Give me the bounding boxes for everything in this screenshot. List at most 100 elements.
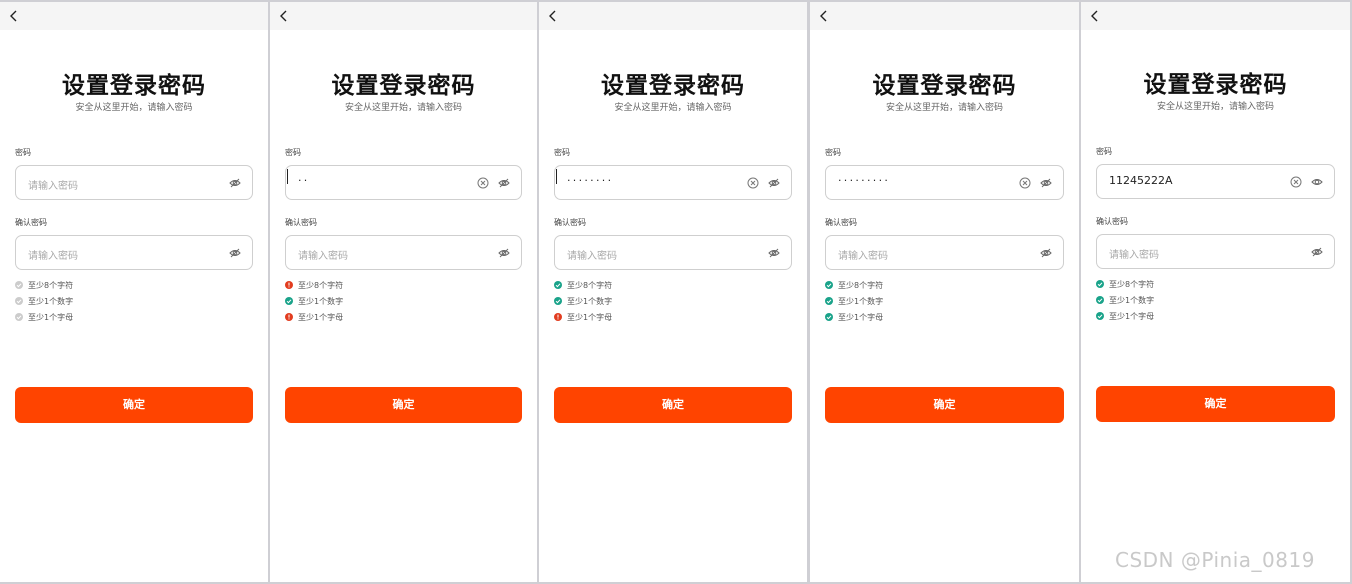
confirm-password-field[interactable]: 请输入密码 bbox=[15, 235, 253, 270]
check-circle-icon bbox=[1096, 295, 1104, 304]
password-value: 11245222A bbox=[1109, 174, 1173, 187]
back-icon[interactable] bbox=[6, 8, 22, 24]
confirm-button[interactable]: 确定 bbox=[15, 387, 253, 423]
password-field[interactable]: ········· bbox=[825, 165, 1064, 200]
page-subtitle: 安全从这里开始，请输入密码 bbox=[885, 103, 1003, 113]
confirm-button[interactable]: 确定 bbox=[285, 387, 522, 423]
page-title: 设置登录密码 bbox=[872, 73, 1017, 99]
check-circle-icon bbox=[825, 280, 833, 289]
check-circle-icon bbox=[825, 296, 833, 305]
nav-bar bbox=[270, 2, 537, 30]
password-label: 密码 bbox=[285, 148, 301, 157]
rule-min-length: 至少8个字符 bbox=[554, 280, 612, 292]
rule-text: 至少8个字符 bbox=[298, 281, 344, 290]
back-icon[interactable] bbox=[545, 8, 561, 24]
password-placeholder: 请输入密码 bbox=[28, 181, 78, 192]
eye-off-icon[interactable] bbox=[1311, 246, 1323, 258]
confirm-password-placeholder: 请输入密码 bbox=[1109, 250, 1159, 261]
watermark-text: CSDN @Pinia_0819 bbox=[1115, 548, 1315, 572]
rule-min-length: 至少8个字符 bbox=[285, 280, 343, 292]
rule-has-letter: 至少1个字母 bbox=[1096, 311, 1154, 323]
confirm-password-label: 确认密码 bbox=[15, 218, 47, 227]
rule-has-letter: 至少1个字母 bbox=[825, 312, 883, 324]
password-field[interactable]: 11245222A bbox=[1096, 164, 1335, 199]
rule-min-length: 至少8个字符 bbox=[15, 280, 73, 292]
back-icon[interactable] bbox=[276, 8, 292, 24]
page-subtitle: 安全从这里开始，请输入密码 bbox=[1156, 102, 1274, 112]
password-label: 密码 bbox=[825, 148, 841, 157]
confirm-button[interactable]: 确定 bbox=[554, 387, 792, 423]
back-icon[interactable] bbox=[816, 8, 832, 24]
text-caret bbox=[287, 169, 288, 184]
password-label: 密码 bbox=[554, 148, 570, 157]
phone-screen-2: 设置登录密码 安全从这里开始，请输入密码 密码 ·· 确认密码 请输入密码 至少8个字符 至少… bbox=[270, 2, 537, 582]
confirm-button[interactable]: 确定 bbox=[825, 387, 1064, 423]
clear-icon[interactable] bbox=[747, 177, 759, 189]
page-subtitle: 安全从这里开始，请输入密码 bbox=[75, 103, 193, 113]
check-circle-icon bbox=[15, 312, 23, 321]
confirm-password-label: 确认密码 bbox=[1096, 217, 1128, 226]
check-circle-icon bbox=[1096, 311, 1104, 320]
eye-off-icon[interactable] bbox=[498, 177, 510, 189]
page-title: 设置登录密码 bbox=[62, 73, 206, 99]
nav-bar bbox=[0, 2, 268, 30]
password-label: 密码 bbox=[1096, 147, 1112, 156]
rule-text: 至少8个字符 bbox=[28, 281, 74, 290]
error-circle-icon bbox=[554, 312, 562, 321]
confirm-password-field[interactable]: 请输入密码 bbox=[285, 235, 522, 270]
eye-off-icon[interactable] bbox=[229, 247, 241, 259]
rule-min-length: 至少8个字符 bbox=[1096, 279, 1154, 291]
nav-bar bbox=[810, 2, 1079, 30]
rule-text: 至少1个字母 bbox=[838, 313, 884, 322]
confirm-password-label: 确认密码 bbox=[285, 218, 317, 227]
password-value: ········· bbox=[838, 174, 891, 187]
eye-off-icon[interactable] bbox=[229, 177, 241, 189]
eye-off-icon[interactable] bbox=[498, 247, 510, 259]
rule-text: 至少1个字母 bbox=[1109, 312, 1155, 321]
back-icon[interactable] bbox=[1087, 8, 1103, 24]
phone-screen-4: 设置登录密码安全从这里开始，请输入密码密码 ········· 确认密码请输入密码至… bbox=[810, 2, 1079, 582]
error-circle-icon bbox=[285, 312, 293, 321]
clear-icon[interactable] bbox=[1290, 176, 1302, 188]
rule-text: 至少1个数字 bbox=[838, 297, 884, 306]
check-circle-icon bbox=[825, 312, 833, 321]
page-subtitle: 安全从这里开始，请输入密码 bbox=[614, 103, 732, 113]
password-input[interactable]: 请输入密码 bbox=[16, 166, 252, 199]
password-field[interactable]: ·· bbox=[285, 165, 522, 200]
rule-text: 至少1个字母 bbox=[298, 313, 344, 322]
eye-off-icon[interactable] bbox=[768, 177, 780, 189]
confirm-password-placeholder: 请输入密码 bbox=[298, 251, 348, 262]
rule-has-letter: 至少1个字母 bbox=[554, 312, 612, 324]
rule-has-letter: 至少1个字母 bbox=[15, 312, 73, 324]
eye-icon[interactable] bbox=[1311, 176, 1323, 188]
nav-bar bbox=[539, 2, 807, 30]
check-circle-icon bbox=[285, 296, 293, 305]
check-circle-icon bbox=[1096, 279, 1104, 288]
check-circle-icon bbox=[15, 280, 23, 289]
confirm-password-label: 确认密码 bbox=[825, 218, 857, 227]
rule-has-digit: 至少1个数字 bbox=[285, 296, 343, 308]
rule-text: 至少1个字母 bbox=[567, 313, 613, 322]
eye-off-icon[interactable] bbox=[1040, 177, 1052, 189]
eye-off-icon[interactable] bbox=[1040, 247, 1052, 259]
phone-screen-3: 设置登录密码 安全从这里开始，请输入密码 密码 ········ 确认密码 请输入密码 至少… bbox=[539, 2, 807, 582]
rule-text: 至少8个字符 bbox=[838, 281, 884, 290]
password-field[interactable]: 请输入密码 bbox=[15, 165, 253, 200]
rule-text: 至少1个数字 bbox=[28, 297, 74, 306]
rule-text: 至少8个字符 bbox=[1109, 280, 1155, 289]
rule-text: 至少1个数字 bbox=[298, 297, 344, 306]
password-field[interactable]: ········ bbox=[554, 165, 792, 200]
confirm-password-field[interactable]: 请输入密码 bbox=[1096, 234, 1335, 269]
confirm-password-field[interactable]: 请输入密码 bbox=[825, 235, 1064, 270]
page-title: 设置登录密码 bbox=[331, 73, 476, 99]
check-circle-icon bbox=[15, 296, 23, 305]
password-label: 密码 bbox=[15, 148, 31, 157]
eye-off-icon[interactable] bbox=[768, 247, 780, 259]
phone-screen-5: 设置登录密码 安全从这里开始，请输入密码 密码 11245222A 确认密码 请输入密码至… bbox=[1081, 2, 1350, 582]
confirm-button[interactable]: 确定 bbox=[1096, 386, 1335, 422]
confirm-password-field[interactable]: 请输入密码 bbox=[554, 235, 792, 270]
clear-icon[interactable] bbox=[477, 177, 489, 189]
password-value: ·· bbox=[298, 174, 310, 187]
clear-icon[interactable] bbox=[1019, 177, 1031, 189]
rule-min-length: 至少8个字符 bbox=[825, 280, 883, 292]
